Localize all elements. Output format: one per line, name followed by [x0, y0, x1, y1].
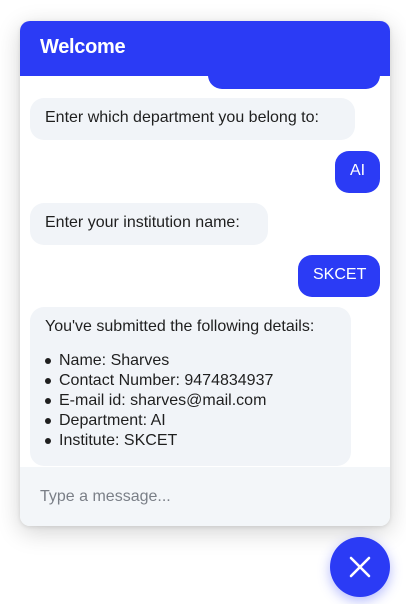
detail-item: E-mail id: sharves@mail.com [45, 391, 336, 411]
user-message: AI [335, 151, 380, 193]
bot-message: Enter which department you belong to: [30, 98, 355, 140]
chat-title: Welcome [40, 36, 126, 58]
message-input[interactable] [20, 467, 390, 526]
close-icon [349, 556, 371, 578]
detail-item: Name: Sharves [45, 351, 336, 371]
bot-summary-message: You've submitted the following details: … [30, 307, 351, 466]
chat-header: Welcome [20, 21, 390, 76]
close-chat-button[interactable] [330, 537, 390, 597]
bot-message-text: Enter which department you belong to: [45, 109, 319, 126]
detail-item: Department: AI [45, 411, 336, 431]
details-list: Name: Sharves Contact Number: 9474834937… [45, 351, 336, 451]
bot-message-text: Enter your institution name: [45, 214, 240, 231]
user-message-text: AI [350, 162, 366, 179]
user-message-text: SKCET [313, 266, 367, 283]
bot-message: Enter your institution name: [30, 203, 268, 245]
summary-heading: You've submitted the following details: [45, 318, 315, 335]
message-list[interactable]: Enter which department you belong to: AI… [20, 76, 390, 467]
user-message: SKCET [298, 255, 380, 297]
user-message [208, 76, 380, 89]
detail-item: Contact Number: 9474834937 [45, 371, 336, 391]
chat-window: Welcome Enter which department you belon… [20, 21, 390, 526]
detail-item: Institute: SKCET [45, 431, 336, 451]
composer-bar [20, 467, 390, 526]
